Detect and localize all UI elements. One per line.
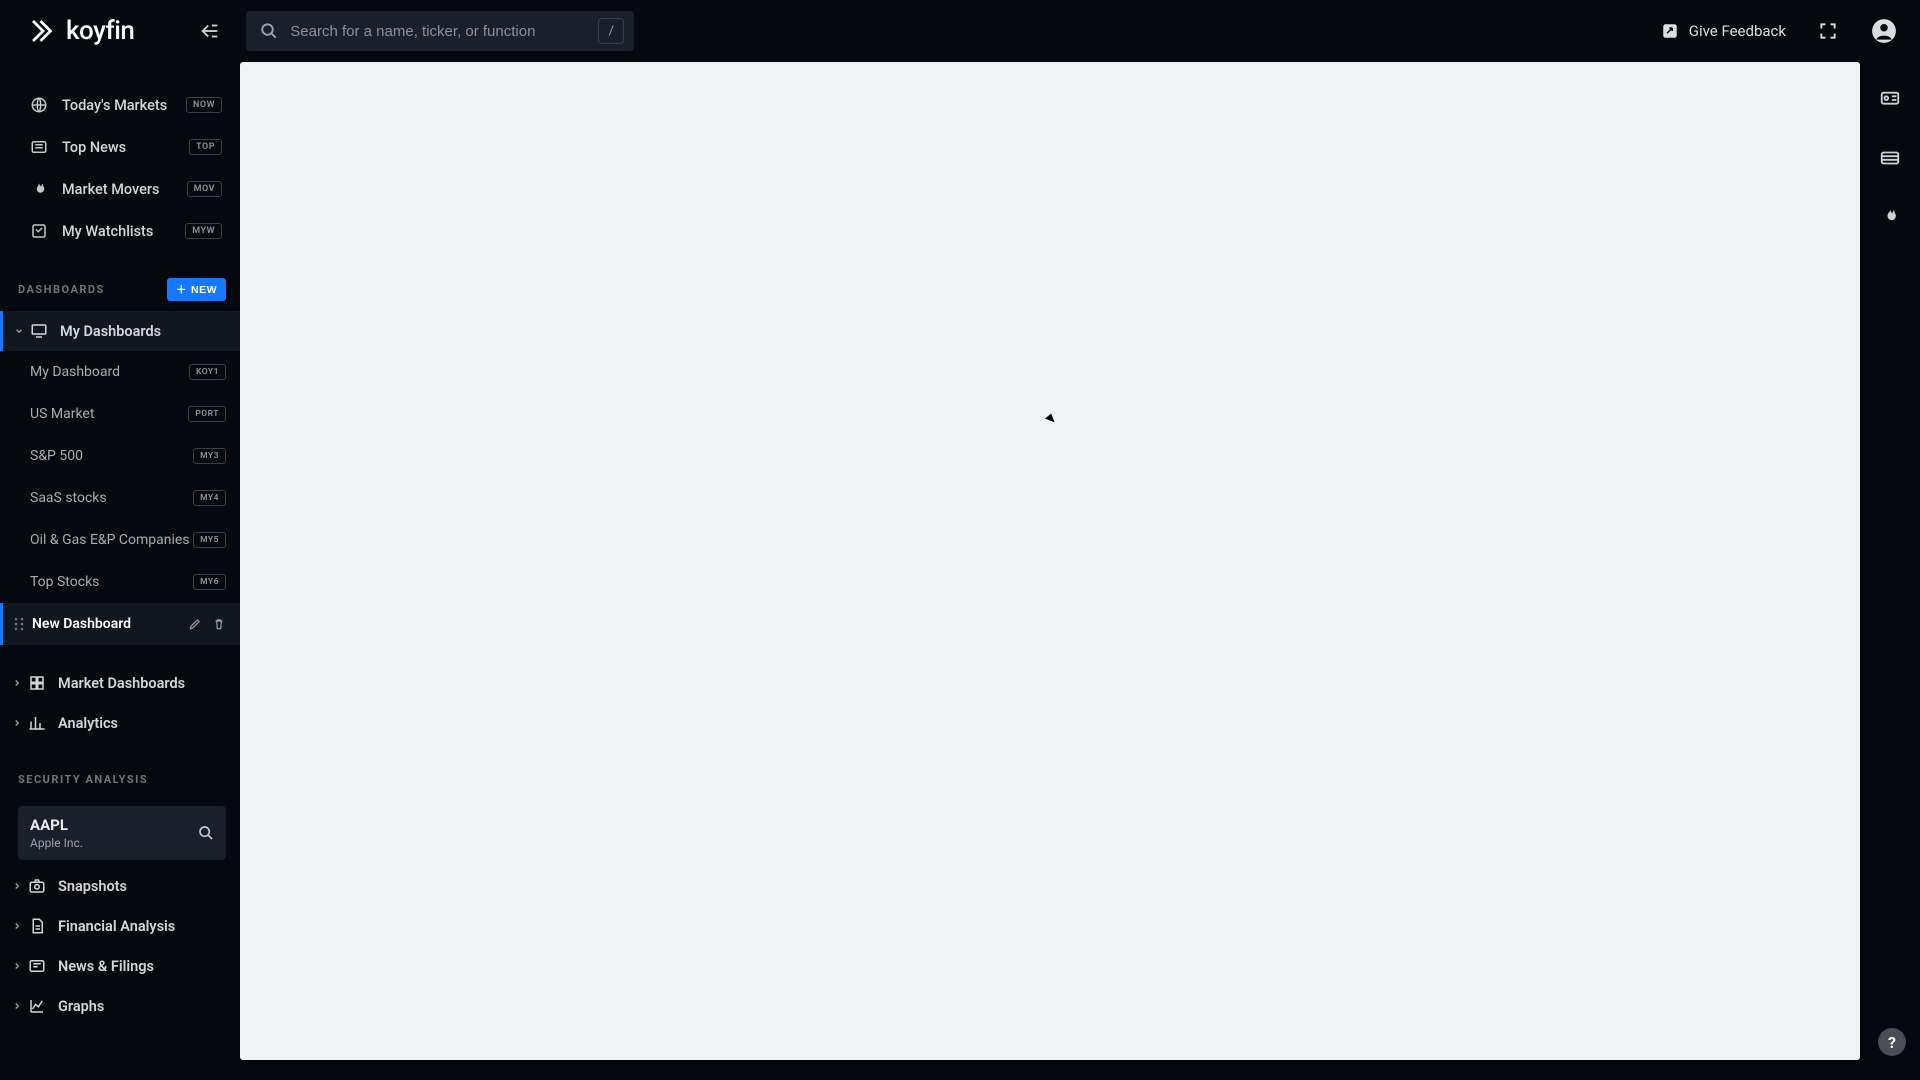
give-feedback-button[interactable]: Give Feedback	[1661, 22, 1786, 40]
tree-my-dashboards[interactable]: My Dashboards	[0, 311, 240, 351]
sidebar-collapse-button[interactable]	[194, 15, 226, 47]
edit-icon[interactable]	[188, 617, 202, 631]
tree-graphs[interactable]: Graphs	[0, 986, 240, 1026]
nav-top-news[interactable]: Top News TOP	[0, 126, 240, 168]
rail-table-button[interactable]	[1874, 142, 1906, 174]
nav-my-watchlists[interactable]: My Watchlists MYW	[0, 210, 240, 252]
chevron-right-icon	[10, 1001, 24, 1011]
tree-label: Snapshots	[58, 878, 226, 895]
right-rail	[1860, 62, 1920, 1080]
dashboard-item[interactable]: Oil & Gas E&P Companies MY5	[0, 519, 240, 561]
document-icon	[26, 917, 48, 935]
security-name: Apple Inc.	[30, 836, 83, 850]
security-ticker: AAPL	[30, 816, 83, 834]
newspaper-icon	[26, 957, 48, 975]
feedback-label: Give Feedback	[1689, 22, 1786, 40]
tree-label: My Dashboards	[60, 323, 226, 340]
search-icon	[260, 22, 278, 40]
nav-label: Today's Markets	[62, 97, 186, 114]
dashboard-item[interactable]: US Market PORT	[0, 393, 240, 435]
tree-label: News & Filings	[58, 958, 226, 975]
camera-icon	[26, 877, 48, 895]
nav-market-movers[interactable]: Market Movers MOV	[0, 168, 240, 210]
tree-financial-analysis[interactable]: Financial Analysis	[0, 906, 240, 946]
dashboard-label: New Dashboard	[32, 616, 188, 632]
dashboard-badge: MY3	[193, 448, 226, 464]
sidebar: Today's Markets NOW Top News TOP Market …	[0, 62, 240, 1080]
nav-badge: MYW	[185, 223, 222, 239]
dashboard-label: SaaS stocks	[30, 490, 193, 506]
nav-todays-markets[interactable]: Today's Markets NOW	[0, 84, 240, 126]
chevron-right-icon	[10, 881, 24, 891]
analytics-icon	[26, 714, 48, 732]
chart-line-icon	[26, 997, 48, 1015]
nav-badge: MOV	[187, 181, 222, 197]
chevron-right-icon	[10, 961, 24, 971]
grid-icon	[26, 674, 48, 692]
search-shortcut-hint: /	[598, 18, 624, 44]
new-dashboard-button[interactable]: ＋ NEW	[167, 278, 226, 301]
security-picker[interactable]: AAPL Apple Inc.	[18, 806, 226, 860]
security-section-title: SECURITY ANALYSIS	[18, 773, 226, 786]
tree-news-filings[interactable]: News & Filings	[0, 946, 240, 986]
dashboard-canvas[interactable]	[240, 62, 1860, 1060]
news-icon	[28, 138, 50, 156]
tree-market-dashboards[interactable]: Market Dashboards	[0, 663, 240, 703]
chevron-right-icon	[10, 678, 24, 688]
global-search[interactable]: /	[246, 11, 634, 51]
globe-icon	[28, 96, 50, 114]
nav-label: Market Movers	[62, 181, 187, 198]
drag-handle-icon[interactable]	[14, 617, 28, 631]
dashboard-item[interactable]: S&P 500 MY3	[0, 435, 240, 477]
chevron-right-icon	[10, 921, 24, 931]
tree-label: Graphs	[58, 998, 226, 1015]
monitor-icon	[28, 322, 50, 340]
dashboard-label: US Market	[30, 406, 188, 422]
dashboard-item-active[interactable]: New Dashboard	[0, 603, 240, 645]
nav-badge: TOP	[189, 139, 222, 155]
logo-text: koyfin	[66, 16, 134, 46]
delete-icon[interactable]	[212, 617, 226, 631]
fullscreen-button[interactable]	[1814, 17, 1842, 45]
tree-label: Financial Analysis	[58, 918, 226, 935]
tree-label: Analytics	[58, 715, 226, 732]
new-button-label: NEW	[191, 284, 217, 296]
dashboard-badge: PORT	[188, 406, 226, 422]
dashboard-label: Top Stocks	[30, 574, 193, 590]
nav-badge: NOW	[186, 97, 222, 113]
dashboard-item[interactable]: My Dashboard KOY1	[0, 351, 240, 393]
dashboard-badge: MY6	[193, 574, 226, 590]
dashboard-badge: KOY1	[189, 364, 226, 380]
plus-icon: ＋	[176, 282, 187, 297]
search-input[interactable]	[290, 23, 598, 40]
help-button[interactable]: ?	[1878, 1028, 1906, 1056]
chevron-down-icon	[12, 326, 26, 336]
dashboard-label: Oil & Gas E&P Companies	[30, 532, 193, 548]
nav-label: Top News	[62, 139, 189, 156]
feedback-icon	[1661, 22, 1679, 40]
flame-icon	[28, 180, 50, 198]
dashboard-label: S&P 500	[30, 448, 193, 464]
tree-analytics[interactable]: Analytics	[0, 703, 240, 743]
chevron-right-icon	[10, 718, 24, 728]
search-icon	[198, 825, 214, 841]
cursor-icon	[1045, 413, 1057, 425]
dashboard-badge: MY4	[193, 490, 226, 506]
watchlist-icon	[28, 222, 50, 240]
tree-label: Market Dashboards	[58, 675, 226, 692]
rail-movers-button[interactable]	[1874, 200, 1906, 232]
account-button[interactable]	[1870, 17, 1898, 45]
rail-screener-button[interactable]	[1874, 84, 1906, 116]
dashboard-badge: MY5	[193, 532, 226, 548]
tree-snapshots[interactable]: Snapshots	[0, 866, 240, 906]
app-logo[interactable]: koyfin	[28, 16, 134, 46]
dashboard-item[interactable]: Top Stocks MY6	[0, 561, 240, 603]
dashboards-section-title: DASHBOARDS	[18, 283, 167, 296]
dashboard-item[interactable]: SaaS stocks MY4	[0, 477, 240, 519]
logo-mark-icon	[28, 16, 58, 46]
nav-label: My Watchlists	[62, 223, 185, 240]
dashboard-label: My Dashboard	[30, 364, 189, 380]
